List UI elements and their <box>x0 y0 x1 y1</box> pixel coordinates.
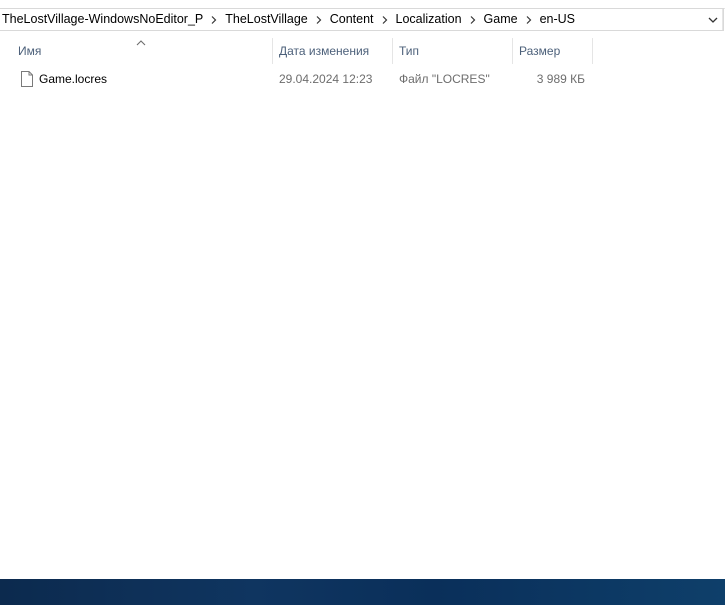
breadcrumb-item-content[interactable]: Content <box>329 9 375 30</box>
breadcrumb-item-root[interactable]: TheLostVillage-WindowsNoEditor_P <box>1 9 204 30</box>
column-divider[interactable] <box>592 38 593 64</box>
file-row[interactable]: Game.locres 29.04.2024 12:23 Файл "LOCRE… <box>0 68 600 90</box>
file-explorer-window: TheLostVillage-WindowsNoEditor_P TheLost… <box>0 0 725 605</box>
document-icon <box>20 71 34 87</box>
chevron-right-icon[interactable] <box>204 9 224 30</box>
breadcrumb-item-localization[interactable]: Localization <box>395 9 463 30</box>
chevron-down-icon <box>708 13 718 27</box>
chevron-right-icon[interactable] <box>309 9 329 30</box>
address-history-button[interactable] <box>704 9 722 30</box>
column-header-size[interactable]: Размер <box>513 40 593 64</box>
file-date: 29.04.2024 12:23 <box>279 72 373 86</box>
file-size: 3 989 КБ <box>536 72 585 86</box>
taskbar <box>0 579 725 605</box>
chevron-right-icon[interactable] <box>463 9 483 30</box>
chevron-right-icon[interactable] <box>519 9 539 30</box>
breadcrumb-item-en-us[interactable]: en-US <box>539 9 576 30</box>
breadcrumb-item-thelostvillage[interactable]: TheLostVillage <box>224 9 308 30</box>
column-header-row: Имя Дата изменения Тип Размер <box>0 36 725 64</box>
column-header-name[interactable]: Имя <box>12 40 272 64</box>
chevron-right-icon[interactable] <box>375 9 395 30</box>
address-bar[interactable]: TheLostVillage-WindowsNoEditor_P TheLost… <box>0 8 724 31</box>
breadcrumb: TheLostVillage-WindowsNoEditor_P TheLost… <box>0 9 704 30</box>
address-bar-divider <box>722 9 723 30</box>
file-name[interactable]: Game.locres <box>39 68 107 90</box>
breadcrumb-item-game[interactable]: Game <box>483 9 519 30</box>
file-type: Файл "LOCRES" <box>399 72 490 86</box>
column-header-date[interactable]: Дата изменения <box>273 40 393 64</box>
column-header-type[interactable]: Тип <box>393 40 513 64</box>
